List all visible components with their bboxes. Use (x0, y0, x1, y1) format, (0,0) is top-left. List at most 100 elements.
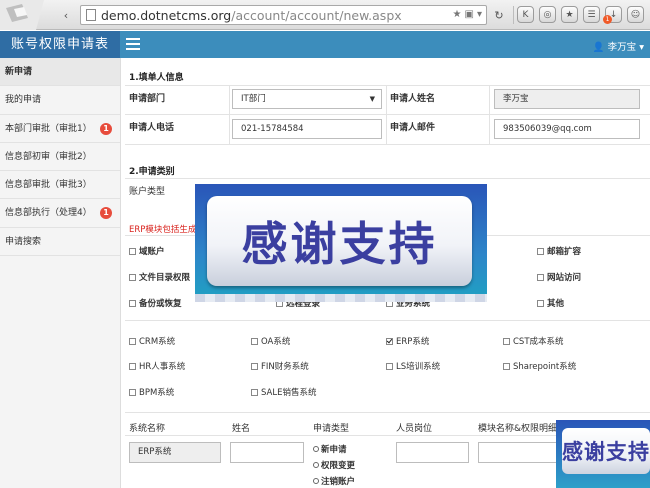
checkbox-label: SALE销售系统 (261, 388, 317, 398)
address-bar[interactable]: demo.dotnetcms.org/account/account/new.a… (80, 5, 487, 25)
dept-select-value: IT部门 (241, 94, 266, 104)
page-icon (86, 9, 96, 21)
person-name-input[interactable] (230, 442, 304, 463)
radio-label: 注销账户 (321, 477, 356, 487)
checkbox-other[interactable]: 其他 (537, 297, 564, 309)
checkbox-sharepoint[interactable]: Sharepoint系统 (503, 360, 576, 372)
app-title: 账号权限申请表 (0, 31, 120, 58)
checkbox-label: 邮箱扩容 (547, 247, 582, 257)
checkbox-label: CRM系统 (139, 337, 176, 347)
sidebar-item-dept-approval[interactable]: 本部门审批（审批1） 1 (0, 115, 120, 143)
sidebar-item-my-requests[interactable]: 我的申请 (0, 86, 120, 115)
checkbox-bpm[interactable]: BPM系统 (129, 386, 174, 398)
browser-toolbar: ‹ demo.dotnetcms.org/account/account/new… (0, 0, 650, 30)
extension-k-icon[interactable]: K (517, 6, 534, 23)
dropdown-arrow-icon[interactable]: ▾ (477, 9, 482, 20)
phone-label: 申请人电话 (129, 123, 175, 133)
url-host: demo.dotnetcms.org (101, 8, 232, 23)
email-field[interactable]: 983506039@qq.com (494, 119, 640, 139)
sidebar-item-label: 信息部审批（审批3） (5, 180, 92, 191)
reload-icon[interactable]: ↻ (491, 7, 507, 23)
checkbox-label: 域账户 (139, 247, 165, 257)
checkbox-label: FIN财务系统 (261, 362, 309, 372)
checkbox-domain-account[interactable]: 域账户 (129, 245, 165, 257)
hamburger-menu-icon[interactable] (126, 38, 140, 50)
checkbox-erp[interactable]: ERP系统 (386, 335, 429, 347)
checkbox-sale[interactable]: SALE销售系统 (251, 386, 316, 398)
extension-lock-icon[interactable]: ◎ (539, 6, 556, 23)
count-badge: 1 (100, 122, 112, 135)
checkbox-label: 文件目录权限 (139, 273, 191, 283)
col-header-name: 姓名 (232, 424, 251, 434)
checkbox-label: HR人事系统 (139, 362, 186, 372)
checkbox-oa[interactable]: OA系统 (251, 335, 290, 347)
checkbox-file-permission[interactable]: 文件目录权限 (129, 271, 190, 283)
menu-icon[interactable]: ☰ (583, 6, 600, 23)
url-path: /account/account/new.aspx (231, 8, 402, 23)
thanks-banner-small-text: 感谢支持 (562, 440, 650, 464)
checkbox-ls[interactable]: LS培训系统 (386, 360, 440, 372)
checkbox-hr[interactable]: HR人事系统 (129, 360, 185, 372)
sidebar-item-label: 信息部初审（审批2） (5, 151, 92, 162)
radio-new-request[interactable]: 新申请 (313, 443, 347, 455)
sidebar-item-info-execution[interactable]: 信息部执行（处理4） 1 (0, 199, 120, 228)
favorites-icon[interactable]: ★ (561, 6, 578, 23)
caret-down-icon: ▼ (369, 95, 375, 103)
name-field: 李万宝 (494, 89, 640, 109)
checkbox-label: 网站访问 (547, 273, 582, 283)
sidebar-item-search[interactable]: 申请搜索 (0, 228, 120, 257)
phone-field[interactable]: 021-15784584 (232, 119, 382, 139)
back-button[interactable]: ‹ (58, 7, 74, 23)
sidebar-item-new-request[interactable]: 新申请 (0, 58, 120, 87)
sidebar-item-info-approval[interactable]: 信息部审批（审批3） (0, 171, 120, 200)
position-input[interactable] (396, 442, 469, 463)
email-label: 申请人邮件 (390, 123, 436, 133)
reader-icon[interactable]: ▣ (465, 9, 474, 20)
bookmark-star-icon[interactable]: ★ (453, 9, 462, 20)
dept-label: 申请部门 (129, 94, 166, 104)
url-text[interactable]: demo.dotnetcms.org/account/account/new.a… (101, 8, 402, 23)
checkbox-label: 其他 (547, 299, 565, 309)
user-name: 李万宝 (607, 42, 637, 53)
checkbox-label: CST成本系统 (513, 337, 564, 347)
checkbox-website-access[interactable]: 网站访问 (537, 271, 581, 283)
section-title-applicant: 1.填单人信息 (129, 73, 184, 83)
col-header-module: 模块名称&权限明细 (478, 424, 558, 434)
notification-badge: 1 (603, 15, 612, 24)
erp-note: ERP模块包括生成 (129, 225, 197, 235)
radio-permission-change[interactable]: 权限变更 (313, 459, 355, 471)
sidebar-item-label: 信息部执行（处理4） (5, 208, 92, 219)
thanks-banner-small: 感谢支持 (556, 420, 650, 488)
thanks-banner: 感谢支持 (195, 184, 487, 302)
dept-select[interactable]: IT部门 ▼ (232, 89, 382, 109)
app-header: 👤 李万宝 ▾ (120, 31, 650, 58)
user-menu[interactable]: 👤 李万宝 ▾ (593, 39, 644, 53)
checkbox-backup-restore[interactable]: 备份或恢复 (129, 297, 182, 309)
sidebar: 新申请 我的申请 本部门审批（审批1） 1 信息部初审（审批2） 信息部审批（审批… (0, 58, 121, 488)
radio-label: 新申请 (321, 445, 347, 455)
user-icon: 👤 (592, 42, 605, 53)
account-type-label: 账户类型 (129, 187, 166, 197)
radio-label: 权限变更 (321, 461, 356, 471)
smiley-icon[interactable]: ☺ (627, 6, 644, 23)
checkbox-mailbox-expand[interactable]: 邮箱扩容 (537, 245, 581, 257)
radio-cancel-account[interactable]: 注销账户 (313, 475, 355, 487)
checkbox-label: BPM系统 (139, 388, 175, 398)
checkbox-label: ERP系统 (396, 337, 430, 347)
chevron-down-icon: ▾ (639, 42, 644, 53)
col-header-position: 人员岗位 (396, 424, 433, 434)
checkbox-fin[interactable]: FIN财务系统 (251, 360, 309, 372)
checkbox-label: 备份或恢复 (139, 299, 182, 309)
system-name-field: ERP系统 (129, 442, 221, 463)
section-title-category: 2.申请类别 (129, 167, 175, 177)
col-header-system: 系统名称 (129, 424, 166, 434)
col-header-request-type: 申请类型 (313, 424, 350, 434)
checkbox-cst[interactable]: CST成本系统 (503, 335, 564, 347)
sidebar-item-info-first-review[interactable]: 信息部初审（审批2） (0, 143, 120, 172)
checkbox-label: OA系统 (261, 337, 291, 347)
checkbox-label: LS培训系统 (396, 362, 441, 372)
thanks-banner-text: 感谢支持 (241, 217, 438, 271)
sidebar-item-label: 新申请 (5, 67, 33, 77)
sidebar-item-label: 本部门审批（审批1） (5, 123, 92, 134)
checkbox-crm[interactable]: CRM系统 (129, 335, 175, 347)
